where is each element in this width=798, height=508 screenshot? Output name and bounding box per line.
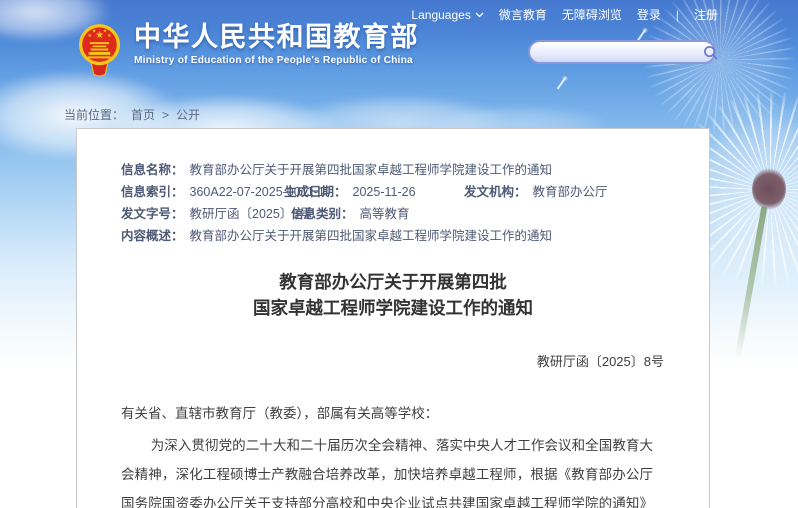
dandelion-center-decoration xyxy=(752,168,786,210)
meta-name-label: 信息名称： xyxy=(121,159,184,181)
meta-date-value: 2025-11-26 xyxy=(353,181,416,203)
nav-accessibility-link[interactable]: 无障碍浏览 xyxy=(562,6,622,23)
meta-date-label: 生成日期： xyxy=(284,181,347,203)
site-subtitle: Ministry of Education of the People's Re… xyxy=(134,55,419,66)
languages-label: Languages xyxy=(411,8,470,22)
search-icon[interactable] xyxy=(703,43,718,61)
page-title-line2: 国家卓越工程师学院建设工作的通知 xyxy=(77,295,709,321)
meta-row-name: 信息名称： 教育部办公厅关于开展第四批国家卓越工程师学院建设工作的通知 xyxy=(121,159,673,181)
meta-category-label: 信息类别： xyxy=(291,203,354,225)
meta-org-value: 教育部办公厅 xyxy=(533,181,608,203)
svg-text:★: ★ xyxy=(107,33,112,39)
meta-number-label: 发文字号： xyxy=(121,203,184,225)
breadcrumb-home-link[interactable]: 首页 xyxy=(131,106,155,123)
meta-category-value: 高等教育 xyxy=(360,203,410,225)
register-link[interactable]: 注册 xyxy=(694,6,718,23)
document-salutation: 有关省、直辖市教育厅（教委），部属有关高等学校： xyxy=(121,402,669,422)
meta-row-number: 发文字号： 教研厅函〔2025〕8号 信息类别： 高等教育 xyxy=(121,203,673,225)
breadcrumb: 当前位置： 首页 > 公开 xyxy=(64,106,200,123)
content-panel: 信息名称： 教育部办公厅关于开展第四批国家卓越工程师学院建设工作的通知 信息索引… xyxy=(76,128,710,508)
meta-row-index: 信息索引： 360A22-07-2025-0011-1 生成日期： 2025-1… xyxy=(121,181,673,203)
site-title: 中华人民共和国教育部 xyxy=(134,22,419,52)
top-nav: Languages 微言教育 无障碍浏览 登录 | 注册 xyxy=(411,6,718,23)
search-input[interactable] xyxy=(530,44,703,60)
nav-divider: | xyxy=(676,8,679,22)
chevron-down-icon xyxy=(475,12,484,18)
languages-menu[interactable]: Languages xyxy=(411,8,483,22)
document-number: 教研厅函〔2025〕8号 xyxy=(77,351,709,370)
meta-org-label: 发文机构： xyxy=(464,181,527,203)
meta-summary-value: 教育部办公厅关于开展第四批国家卓越工程师学院建设工作的通知 xyxy=(190,225,553,247)
nav-wechat-link[interactable]: 微言教育 xyxy=(499,6,547,23)
page-title: 教育部办公厅关于开展第四批 国家卓越工程师学院建设工作的通知 xyxy=(77,269,709,321)
search-box[interactable] xyxy=(528,40,716,64)
meta-name-value: 教育部办公厅关于开展第四批国家卓越工程师学院建设工作的通知 xyxy=(190,159,553,181)
page: Languages 微言教育 无障碍浏览 登录 | 注册 ★ ★ ★ ★ ★ xyxy=(0,0,798,508)
breadcrumb-label: 当前位置： xyxy=(64,106,124,123)
dandelion-stem-decoration xyxy=(735,206,768,360)
document-paragraph: 为深入贯彻党的二十大和二十届历次全会精神、落实中央人才工作会议和全国教育大会精神… xyxy=(121,431,653,508)
breadcrumb-separator: > xyxy=(162,108,169,122)
page-title-line1: 教育部办公厅关于开展第四批 xyxy=(77,269,709,295)
svg-text:★: ★ xyxy=(92,28,97,34)
brand-text: 中华人民共和国教育部 Ministry of Education of the … xyxy=(134,22,419,66)
meta-summary-label: 内容概述： xyxy=(121,225,184,247)
site-logo[interactable]: ★ ★ ★ ★ ★ 中华人民共和国教育部 Ministry of Educati… xyxy=(76,22,419,79)
meta-row-summary: 内容概述： 教育部办公厅关于开展第四批国家卓越工程师学院建设工作的通知 xyxy=(121,225,673,247)
breadcrumb-current-link[interactable]: 公开 xyxy=(176,106,200,123)
national-emblem-icon: ★ ★ ★ ★ ★ xyxy=(76,22,123,79)
login-link[interactable]: 登录 xyxy=(637,6,661,23)
dandelion-seed-decoration xyxy=(557,79,566,90)
document-meta: 信息名称： 教育部办公厅关于开展第四批国家卓越工程师学院建设工作的通知 信息索引… xyxy=(77,129,709,247)
meta-index-label: 信息索引： xyxy=(121,181,184,203)
